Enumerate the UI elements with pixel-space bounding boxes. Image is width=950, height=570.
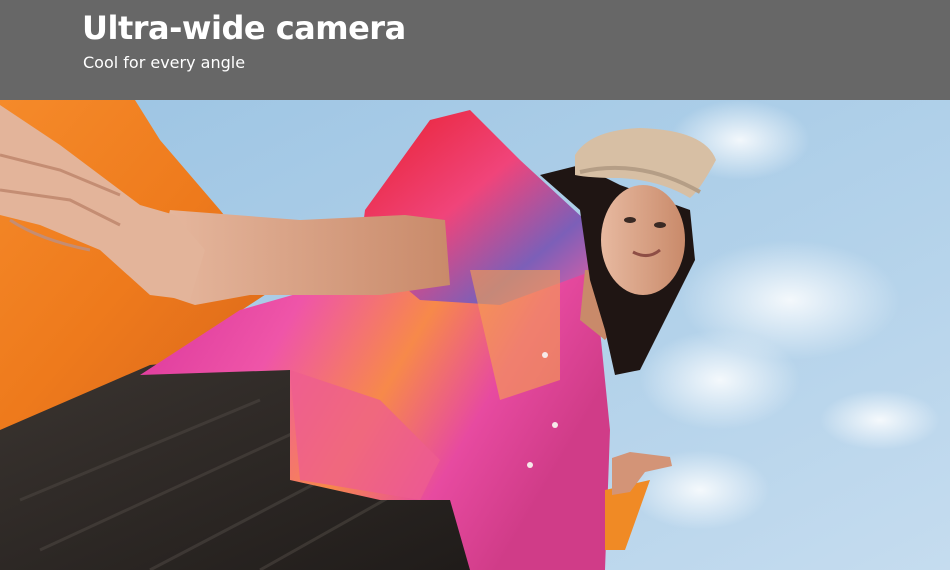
hero-photo [0, 100, 950, 570]
header-band: Ultra-wide camera Cool for every angle [0, 0, 950, 100]
face [601, 185, 685, 295]
ultra-wide-camera-banner: Ultra-wide camera Cool for every angle [0, 0, 950, 570]
section-subtitle: Cool for every angle [83, 53, 246, 72]
section-title: Ultra-wide camera [82, 9, 406, 47]
